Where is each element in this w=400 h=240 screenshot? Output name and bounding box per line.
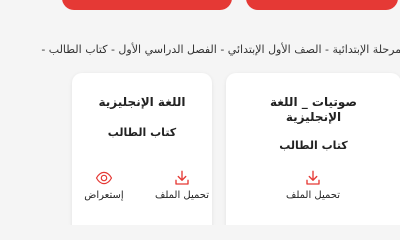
preview-label: إستعراض xyxy=(84,190,124,201)
file-card-phonics: صوتيات _ اللغة الإنجليزية كتاب الطالب تح… xyxy=(226,73,400,225)
top-nav-button-left[interactable] xyxy=(62,0,232,10)
download-label: تحميل الملف xyxy=(285,190,341,201)
card-title: اللغة الإنجليزية xyxy=(98,95,186,109)
card-subtitle: كتاب الطالب xyxy=(279,139,348,152)
download-button[interactable]: تحميل الملف xyxy=(283,169,343,201)
card-subtitle: كتاب الطالب xyxy=(107,126,177,139)
download-icon xyxy=(306,170,320,185)
preview-button[interactable]: إستعراض xyxy=(74,169,134,201)
page: المرحلة الإبتدائية - الصف الأول الإبتدائ… xyxy=(0,0,400,225)
download-icon xyxy=(175,170,189,185)
card-title: صوتيات _ اللغة الإنجليزية xyxy=(269,95,357,124)
download-button[interactable]: تحميل الملف xyxy=(152,169,212,201)
top-nav-button-right[interactable] xyxy=(246,0,398,10)
breadcrumb: المرحلة الإبتدائية - الصف الأول الإبتدائ… xyxy=(41,43,400,56)
file-card-english: اللغة الإنجليزية كتاب الطالب تحميل الملف… xyxy=(72,73,212,225)
download-label: تحميل الملف xyxy=(154,190,210,201)
eye-icon xyxy=(95,171,113,185)
